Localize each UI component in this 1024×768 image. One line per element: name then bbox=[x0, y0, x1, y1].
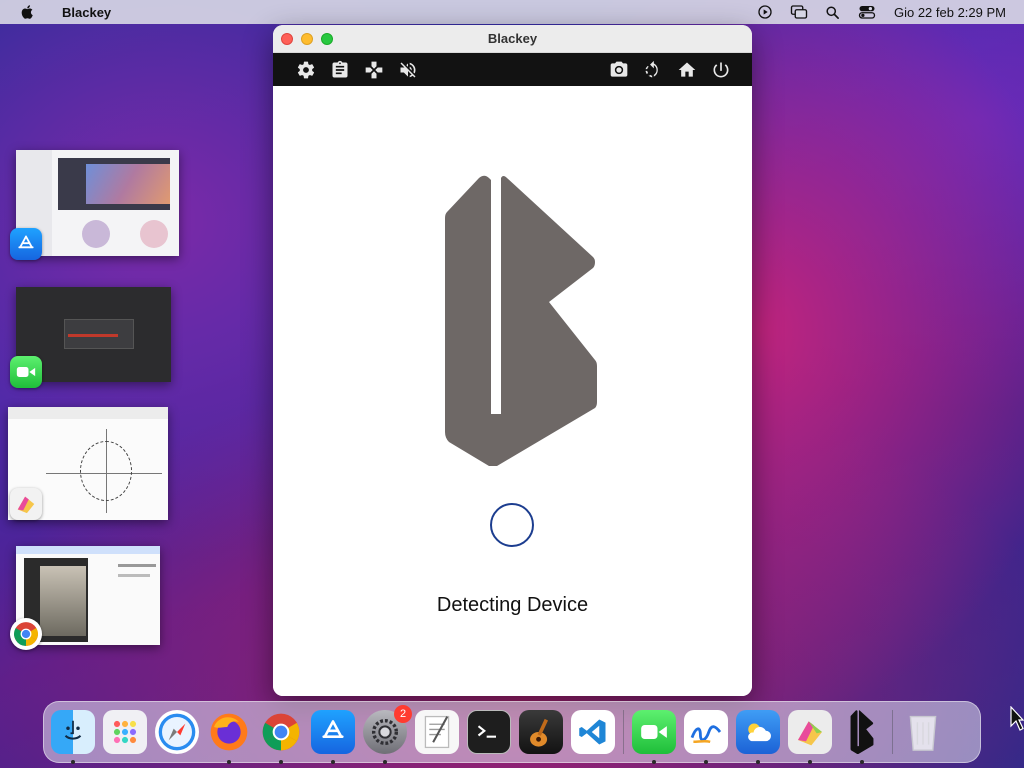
weather-icon bbox=[748, 723, 771, 742]
zoom-window-button[interactable] bbox=[321, 33, 333, 45]
dock-firefox[interactable] bbox=[207, 710, 251, 764]
dock-launchpad[interactable] bbox=[103, 710, 147, 754]
grapher-icon bbox=[10, 488, 42, 520]
firefox-icon bbox=[210, 713, 248, 751]
dock-finder[interactable] bbox=[51, 710, 95, 764]
dock-grapher[interactable] bbox=[788, 710, 832, 764]
dock-textedit[interactable] bbox=[415, 710, 459, 754]
window-title: Blackey bbox=[487, 31, 538, 46]
app-toolbar bbox=[273, 53, 752, 86]
home-button[interactable] bbox=[670, 53, 704, 86]
launchpad-icon bbox=[113, 720, 137, 744]
app-store-icon bbox=[322, 720, 344, 738]
power-icon bbox=[713, 62, 729, 77]
menu-app-name[interactable]: Blackey bbox=[62, 5, 111, 20]
blackey-icon bbox=[850, 710, 874, 754]
blackey-logo bbox=[445, 175, 597, 466]
control-center-icon[interactable] bbox=[850, 0, 884, 24]
dock-separator bbox=[892, 710, 893, 754]
play-circle-icon[interactable] bbox=[748, 0, 782, 24]
gamepad-icon bbox=[365, 61, 383, 78]
terminal-icon bbox=[477, 725, 496, 738]
dock-system-settings[interactable]: 2 bbox=[363, 705, 412, 764]
dock-blackey[interactable] bbox=[840, 710, 884, 764]
garageband-icon bbox=[530, 718, 549, 747]
textedit-icon bbox=[424, 715, 450, 749]
dock-vscode[interactable] bbox=[571, 710, 615, 754]
dock-trash[interactable] bbox=[901, 710, 945, 754]
grapher-icon bbox=[798, 721, 822, 746]
cursor-icon bbox=[1010, 706, 1024, 731]
chrome-icon bbox=[10, 618, 42, 650]
camera-icon bbox=[610, 61, 628, 77]
search-icon[interactable] bbox=[816, 0, 850, 24]
settings-badge: 2 bbox=[394, 705, 412, 723]
minimize-window-button[interactable] bbox=[301, 33, 313, 45]
apple-icon[interactable] bbox=[20, 4, 36, 20]
blackey-window: Blackey Detecting Device bbox=[273, 25, 752, 696]
chrome-icon bbox=[262, 713, 300, 751]
dock-freeform[interactable] bbox=[684, 710, 728, 764]
clipboard-button[interactable] bbox=[323, 53, 357, 86]
clipboard-icon bbox=[332, 60, 348, 77]
dock-facetime[interactable] bbox=[632, 710, 676, 764]
dock-app-store[interactable] bbox=[311, 710, 355, 764]
dock-terminal[interactable] bbox=[467, 710, 511, 754]
dock-separator bbox=[623, 710, 624, 754]
facetime-icon bbox=[10, 356, 42, 388]
facetime-icon bbox=[641, 725, 667, 739]
mute-button[interactable] bbox=[391, 53, 425, 86]
safari-icon bbox=[158, 713, 196, 751]
app-store-icon bbox=[10, 228, 42, 260]
loading-spinner bbox=[490, 503, 534, 547]
gamepad-button[interactable] bbox=[357, 53, 391, 86]
finder-icon bbox=[64, 720, 82, 740]
dock-weather[interactable] bbox=[736, 710, 780, 764]
close-window-button[interactable] bbox=[281, 33, 293, 45]
rotate-button[interactable] bbox=[636, 53, 670, 86]
dock-safari[interactable] bbox=[155, 710, 199, 754]
main-content: Detecting Device bbox=[273, 86, 752, 696]
power-button[interactable] bbox=[704, 53, 738, 86]
dock-garageband[interactable] bbox=[519, 710, 563, 754]
screen-mirroring-icon[interactable] bbox=[782, 0, 816, 24]
menu-clock[interactable]: Gio 22 feb 2:29 PM bbox=[894, 5, 1006, 20]
rotate-icon bbox=[645, 60, 658, 77]
menu-bar: Blackey Gio 22 feb 2:29 PM bbox=[0, 0, 1024, 24]
freeform-icon bbox=[690, 725, 722, 744]
trash-icon bbox=[909, 715, 937, 751]
window-titlebar[interactable]: Blackey bbox=[273, 25, 752, 53]
status-text: Detecting Device bbox=[436, 594, 589, 616]
dock: 2 bbox=[43, 701, 981, 764]
screenshot-button[interactable] bbox=[602, 53, 636, 86]
mute-icon bbox=[400, 62, 416, 77]
vscode-icon bbox=[579, 719, 606, 745]
gear-icon bbox=[297, 61, 315, 78]
settings-button[interactable] bbox=[289, 53, 323, 86]
home-icon bbox=[678, 62, 696, 77]
dock-chrome[interactable] bbox=[259, 710, 303, 764]
